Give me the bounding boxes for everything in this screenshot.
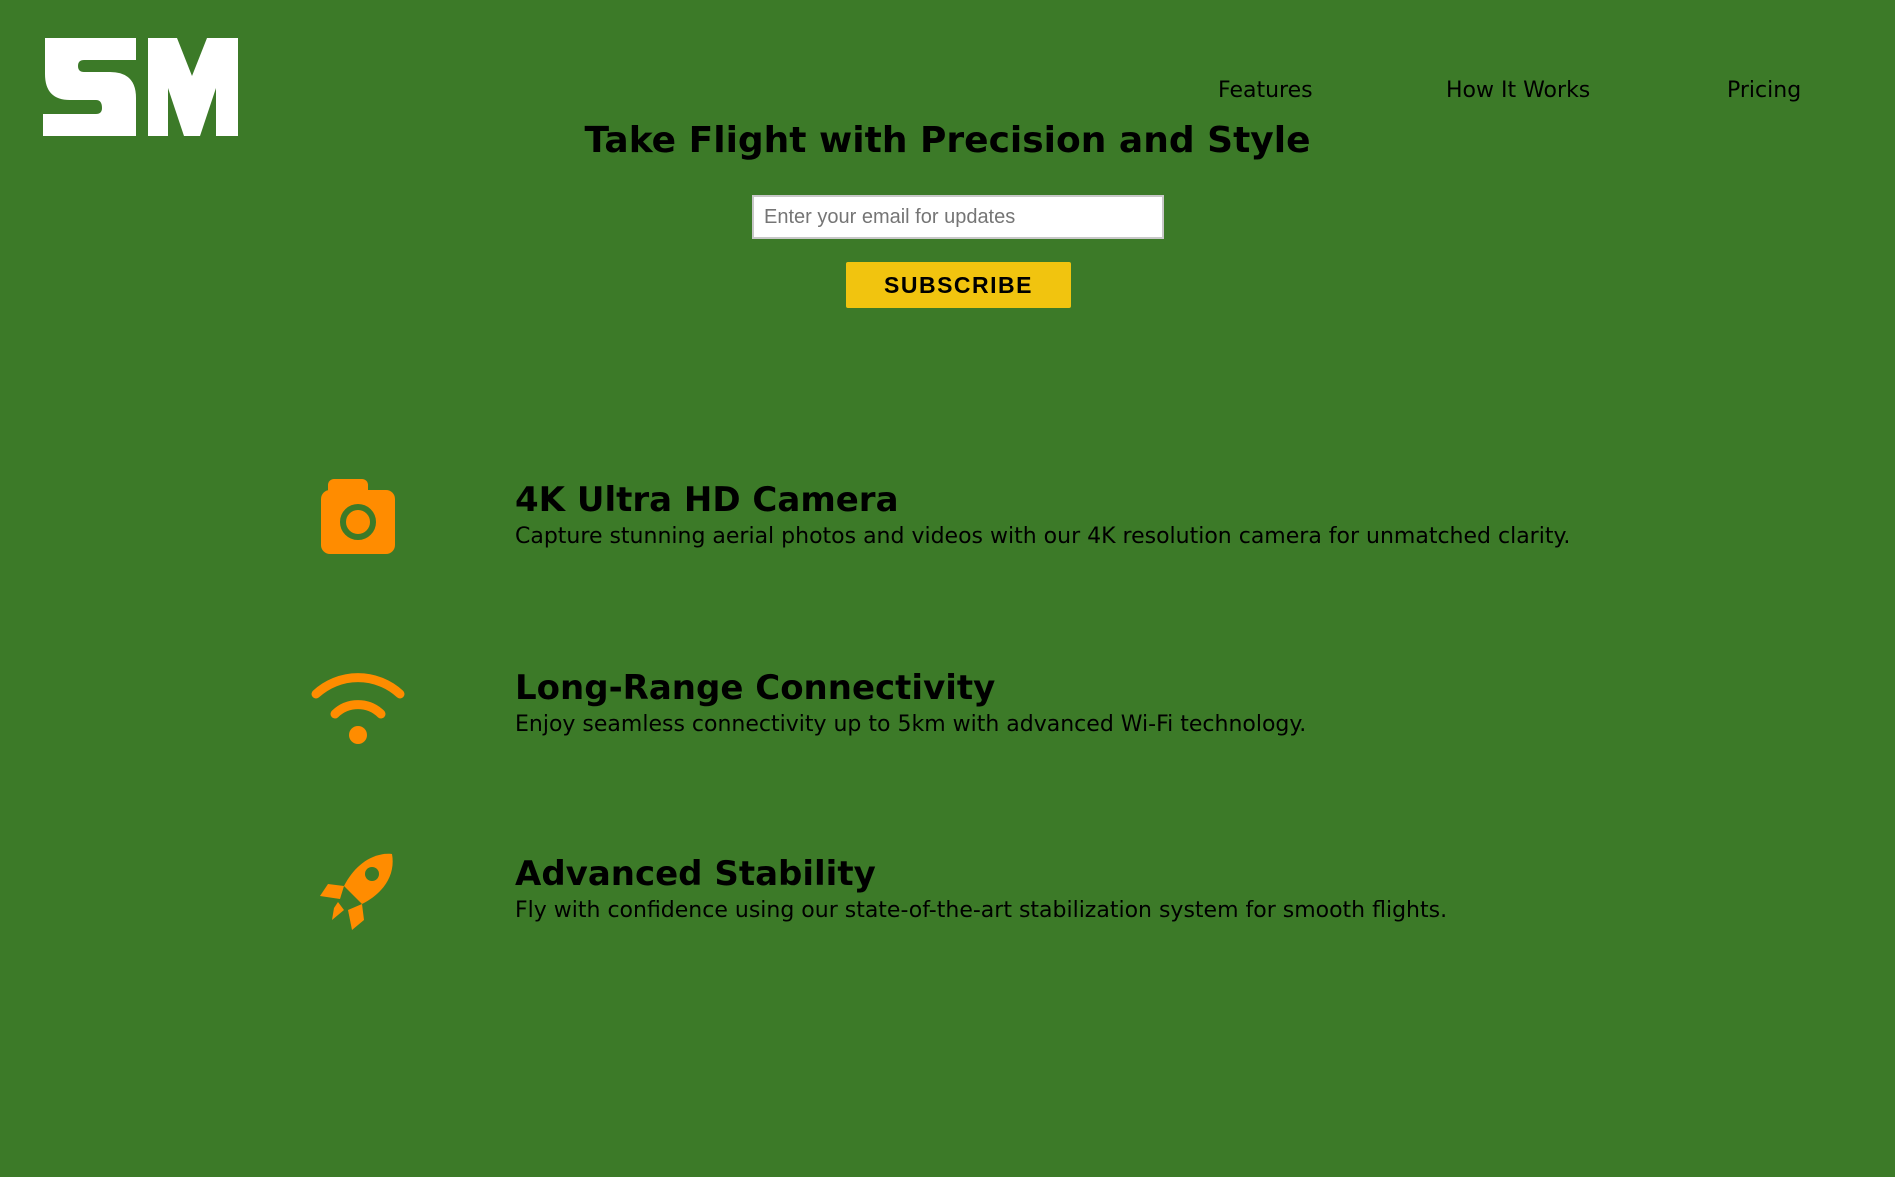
nav-link-features[interactable]: Features <box>1218 78 1313 103</box>
page: Features How It Works Pricing Take Fligh… <box>0 0 1895 1177</box>
feature-title: Long-Range Connectivity <box>515 668 996 708</box>
feature-stability: Advanced Stability Fly with confidence u… <box>0 846 1895 966</box>
hero-title: Take Flight with Precision and Style <box>584 120 1311 161</box>
feature-description: Capture stunning aerial photos and video… <box>515 524 1571 549</box>
email-input[interactable] <box>752 195 1164 239</box>
feature-connectivity: Long-Range Connectivity Enjoy seamless c… <box>0 660 1895 780</box>
feature-camera: 4K Ultra HD Camera Capture stunning aeri… <box>0 472 1895 592</box>
feature-description: Fly with confidence using our state-of-t… <box>515 898 1448 923</box>
subscribe-button[interactable]: Subscribe <box>846 262 1071 308</box>
wifi-icon <box>311 673 405 744</box>
camera-icon <box>321 479 395 554</box>
feature-title: 4K Ultra HD Camera <box>515 480 899 520</box>
feature-description: Enjoy seamless connectivity up to 5km wi… <box>515 712 1307 737</box>
nav-link-how-it-works[interactable]: How It Works <box>1446 78 1590 103</box>
main-nav: Features How It Works Pricing <box>0 78 1895 110</box>
nav-link-pricing[interactable]: Pricing <box>1727 78 1801 103</box>
feature-title: Advanced Stability <box>515 854 876 894</box>
rocket-icon <box>320 853 393 930</box>
